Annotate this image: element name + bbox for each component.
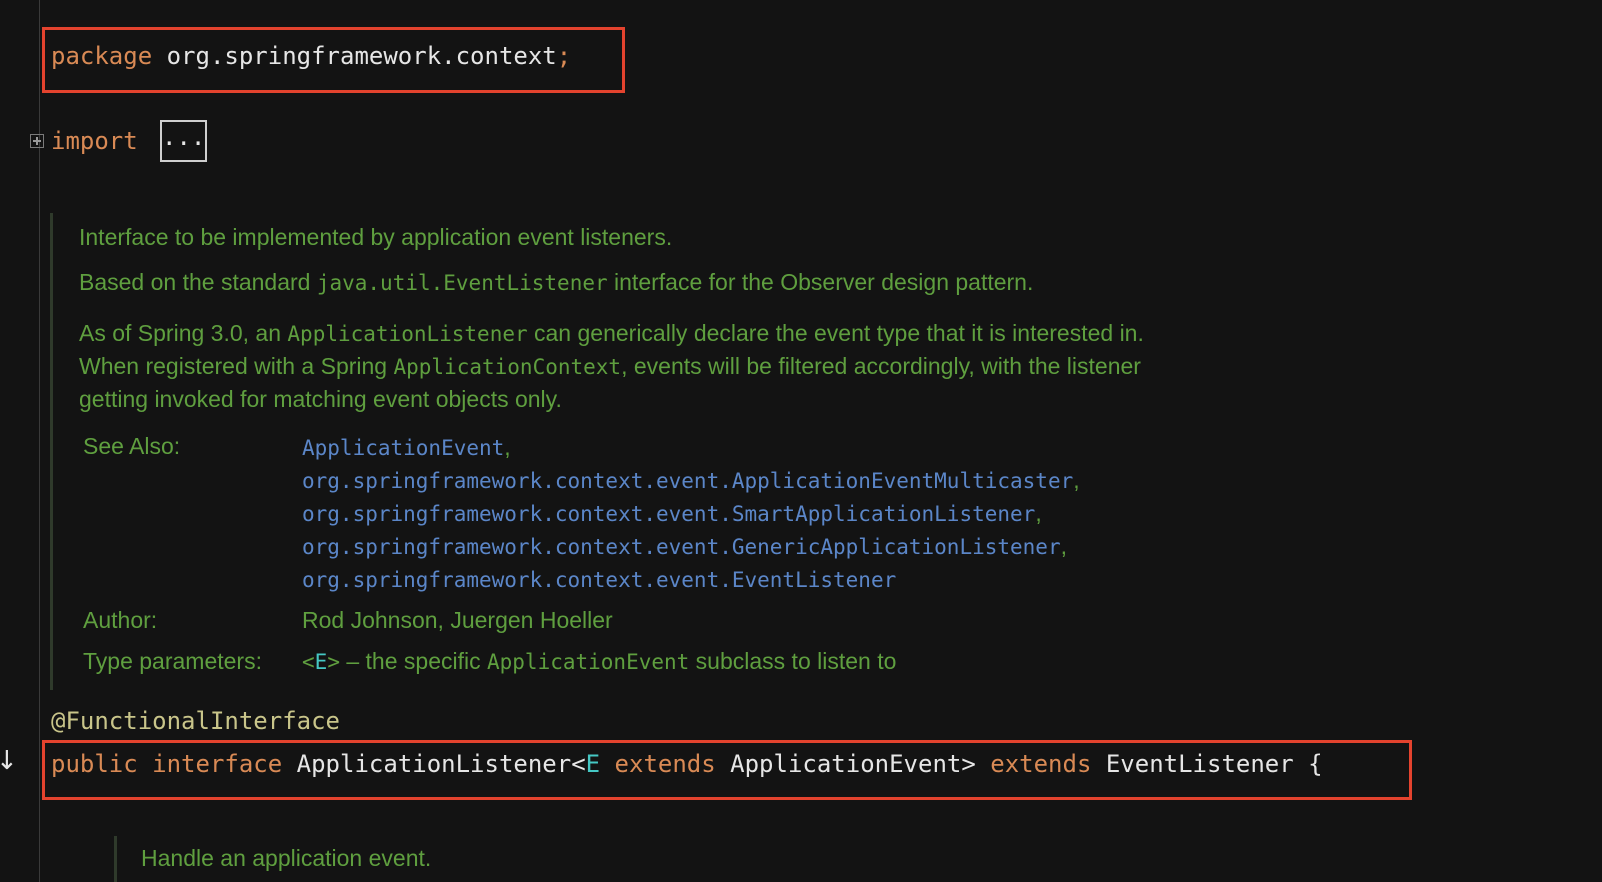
interface-name: ApplicationListener< bbox=[296, 750, 586, 778]
see-also-link[interactable]: ApplicationEvent bbox=[302, 436, 504, 460]
see-also-item: org.springframework.context.event.SmartA… bbox=[302, 500, 1042, 527]
method-doc-line-1: Handle an application event. bbox=[141, 845, 432, 871]
javadoc-line-2: Based on the standard java.util.EventLis… bbox=[79, 269, 1033, 296]
type-param-name: E bbox=[314, 650, 328, 674]
extends-keyword: extends bbox=[614, 750, 716, 778]
interface-declaration: public interface ApplicationListener<E e… bbox=[51, 749, 1323, 779]
javadoc-code: java.util.EventListener bbox=[316, 271, 608, 295]
type-param-close: > bbox=[327, 650, 340, 674]
javadoc-line-3: As of Spring 3.0, an ApplicationListener… bbox=[79, 320, 1144, 347]
package-statement: package org.springframework.context; bbox=[51, 41, 571, 71]
see-also-item: ApplicationEvent, bbox=[302, 434, 511, 461]
package-semicolon: ; bbox=[556, 42, 572, 70]
javadoc-text: can generically declare the event type t… bbox=[527, 320, 1144, 346]
interface-keyword: interface bbox=[152, 750, 283, 778]
javadoc-code: ApplicationListener bbox=[287, 322, 528, 346]
bound-type: ApplicationEvent> bbox=[730, 750, 976, 778]
package-keyword: package bbox=[51, 42, 153, 70]
see-also-link[interactable]: org.springframework.context.event.EventL… bbox=[302, 568, 896, 592]
package-name: org.springframework.context bbox=[166, 42, 557, 70]
type-params-label: Type parameters: bbox=[83, 648, 262, 674]
javadoc-text: , events will be filtered accordingly, w… bbox=[621, 353, 1141, 379]
see-also-item: org.springframework.context.event.EventL… bbox=[302, 566, 896, 593]
type-param-desc: subclass to listen to bbox=[689, 648, 897, 674]
editor-gutter-divider bbox=[39, 0, 40, 882]
javadoc-text: interface for the Observer design patter… bbox=[607, 269, 1034, 295]
javadoc-line-5: getting invoked for matching event objec… bbox=[79, 386, 562, 412]
javadoc-text: As of Spring 3.0, an bbox=[79, 320, 288, 346]
author-value: Rod Johnson, Juergen Hoeller bbox=[302, 607, 613, 633]
fold-plus-icon[interactable] bbox=[30, 134, 44, 148]
see-also-item: org.springframework.context.event.Generi… bbox=[302, 533, 1067, 560]
see-also-sep: , bbox=[504, 434, 511, 460]
super-interface: EventListener bbox=[1105, 750, 1294, 778]
see-also-item: org.springframework.context.event.Applic… bbox=[302, 467, 1080, 494]
see-also-link[interactable]: org.springframework.context.event.Generi… bbox=[302, 535, 1061, 559]
method-doc-bar bbox=[114, 836, 117, 882]
see-also-link[interactable]: org.springframework.context.event.SmartA… bbox=[302, 502, 1035, 526]
implemented-down-arrow-icon[interactable]: ↓ bbox=[0, 748, 18, 774]
public-keyword: public bbox=[51, 750, 138, 778]
javadoc-bar bbox=[50, 213, 53, 690]
extends-keyword: extends bbox=[990, 750, 1092, 778]
functional-interface-annotation: @FunctionalInterface bbox=[51, 707, 340, 735]
collapsed-imports-button[interactable]: ... bbox=[160, 120, 207, 162]
open-brace: { bbox=[1308, 750, 1323, 778]
see-also-link[interactable]: org.springframework.context.event.Applic… bbox=[302, 469, 1073, 493]
author-label: Author: bbox=[83, 607, 158, 633]
type-param-desc-code: ApplicationEvent bbox=[487, 650, 690, 674]
see-also-sep: , bbox=[1060, 533, 1067, 559]
type-param-entry: <E> – the specific ApplicationEvent subc… bbox=[302, 648, 896, 675]
see-also-label: See Also: bbox=[83, 433, 181, 459]
see-also-sep: , bbox=[1073, 467, 1080, 493]
type-param-open: < bbox=[302, 650, 315, 674]
import-keyword: import bbox=[51, 127, 138, 155]
see-also-sep: , bbox=[1035, 500, 1042, 526]
javadoc-line-1: Interface to be implemented by applicati… bbox=[79, 224, 673, 250]
javadoc-code: ApplicationContext bbox=[393, 355, 622, 379]
javadoc-line-4: When registered with a Spring Applicatio… bbox=[79, 353, 1141, 380]
type-param-desc: – the specific bbox=[339, 648, 487, 674]
javadoc-text: When registered with a Spring bbox=[79, 353, 394, 379]
type-variable: E bbox=[585, 750, 601, 778]
javadoc-text: Based on the standard bbox=[79, 269, 317, 295]
